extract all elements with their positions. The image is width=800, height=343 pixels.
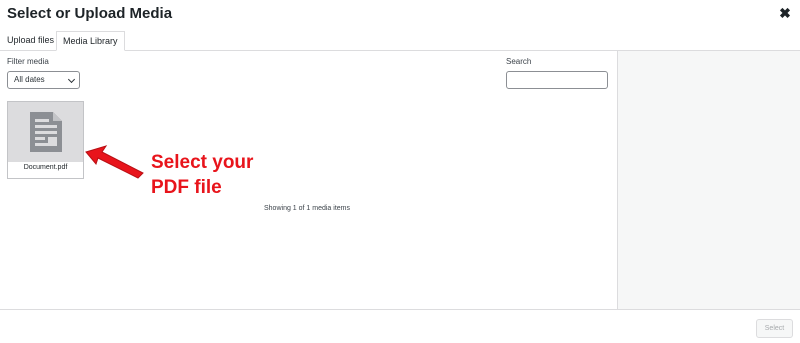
annotation-arrow-icon [85, 145, 144, 179]
attachment-item[interactable]: Document.pdf [7, 101, 84, 179]
modal-title: Select or Upload Media [7, 5, 173, 22]
attachment-thumbnail [8, 102, 83, 162]
search-label: Search [506, 57, 532, 66]
annotation-line-2: PDF file [151, 177, 222, 198]
document-icon [30, 112, 62, 152]
close-icon[interactable]: ✖ [778, 6, 792, 20]
media-count-text: Showing 1 of 1 media items [264, 205, 350, 212]
attachment-details-sidebar [617, 51, 800, 309]
tab-media-library[interactable]: Media Library [56, 31, 125, 51]
date-filter-select[interactable]: All dates [7, 71, 80, 89]
attachment-filename: Document.pdf [23, 164, 68, 171]
footer-divider [0, 309, 800, 310]
date-filter-value: All dates [14, 75, 45, 84]
chevron-down-icon [67, 75, 76, 84]
media-browser [0, 51, 617, 309]
tab-upload-files[interactable]: Upload files [1, 31, 60, 51]
search-input[interactable] [506, 71, 608, 89]
select-button[interactable]: Select [756, 319, 793, 338]
annotation-text: Select your PDF file [151, 150, 253, 200]
filter-media-label: Filter media [7, 57, 49, 66]
annotation-line-1: Select your [151, 152, 254, 173]
